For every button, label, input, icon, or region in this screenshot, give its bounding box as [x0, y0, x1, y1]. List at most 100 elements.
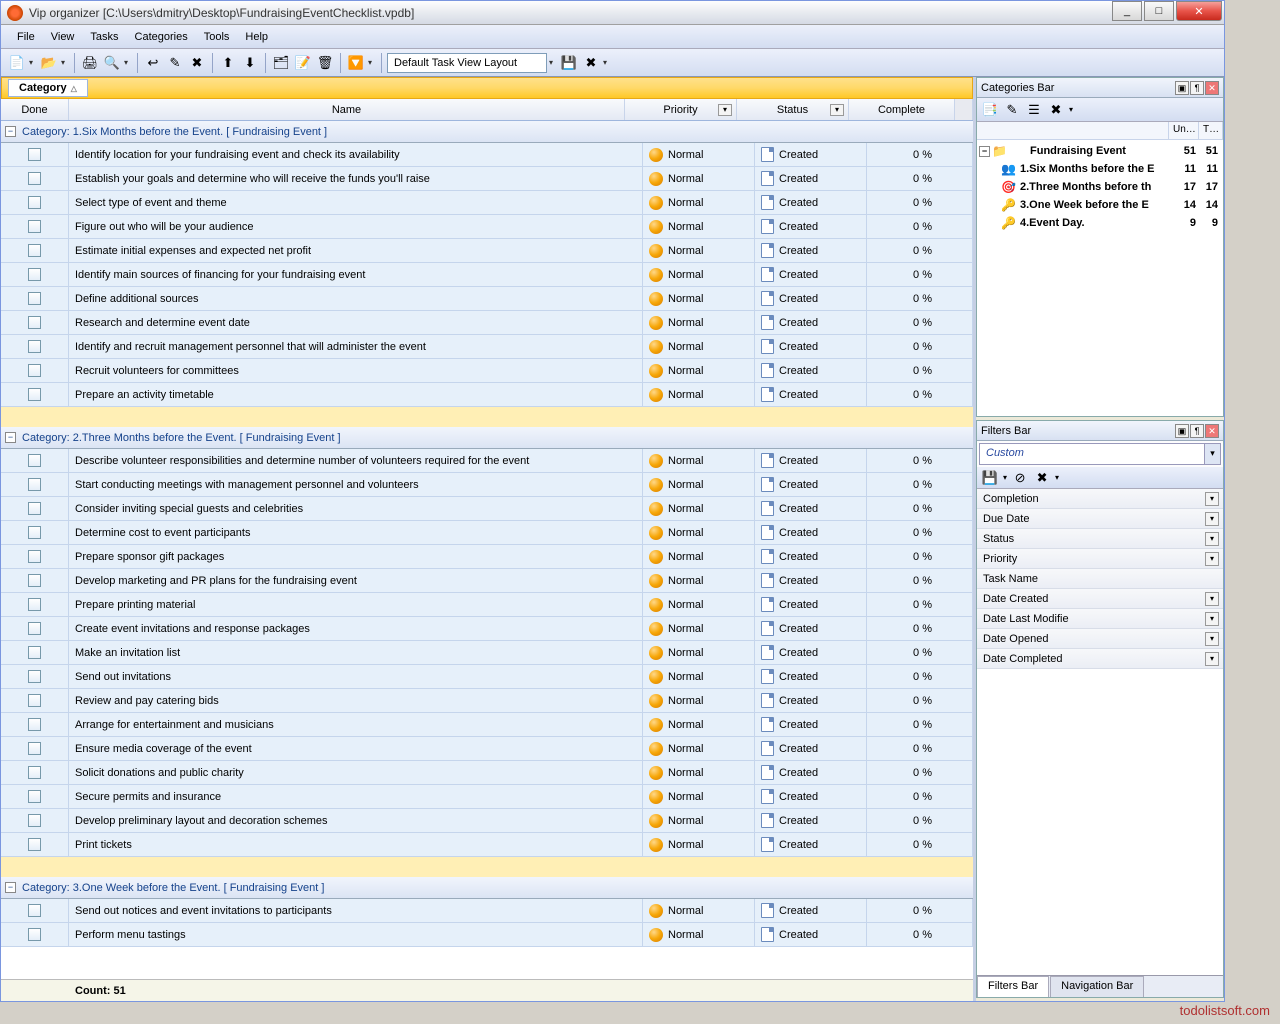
delete-icon[interactable]: ✖	[187, 53, 207, 73]
done-checkbox[interactable]	[28, 928, 41, 941]
done-checkbox[interactable]	[28, 220, 41, 233]
category-item[interactable]: −📁Fundraising Event5151	[979, 142, 1221, 160]
save-filter-icon[interactable]: 💾	[981, 469, 999, 487]
task-row[interactable]: Prepare an activity timetableNormalCreat…	[1, 383, 973, 407]
category-icon[interactable]: 🗂	[271, 53, 291, 73]
done-checkbox[interactable]	[28, 904, 41, 917]
sort-asc-icon[interactable]: ⬆	[218, 53, 238, 73]
new-cat-icon[interactable]: 📑	[981, 101, 999, 119]
close-panel-icon[interactable]: ✕	[1205, 424, 1219, 438]
edit-cat-icon[interactable]: ✎	[1003, 101, 1021, 119]
task-row[interactable]: Consider inviting special guests and cel…	[1, 497, 973, 521]
sort-desc-icon[interactable]: ⬇	[240, 53, 260, 73]
category-item[interactable]: 👥1.Six Months before the E1111	[979, 160, 1221, 178]
task-edit-icon[interactable]: 📝	[293, 53, 313, 73]
done-checkbox[interactable]	[28, 742, 41, 755]
done-checkbox[interactable]	[28, 268, 41, 281]
done-checkbox[interactable]	[28, 622, 41, 635]
done-checkbox[interactable]	[28, 454, 41, 467]
done-checkbox[interactable]	[28, 550, 41, 563]
menu-tasks[interactable]: Tasks	[82, 28, 126, 46]
filter-field[interactable]: Date Opened▾	[977, 629, 1223, 649]
col-name[interactable]: Name	[69, 99, 625, 120]
done-checkbox[interactable]	[28, 718, 41, 731]
menu-help[interactable]: Help	[237, 28, 276, 46]
task-row[interactable]: Print ticketsNormalCreated0 %	[1, 833, 973, 857]
dropdown-icon[interactable]: ▾	[1205, 492, 1219, 506]
task-row[interactable]: Arrange for entertainment and musiciansN…	[1, 713, 973, 737]
minimize-button[interactable]: _	[1112, 1, 1142, 21]
delete-cat-icon[interactable]: ✖	[1047, 101, 1065, 119]
col-status[interactable]: Status▾	[737, 99, 849, 120]
category-item[interactable]: 🔑3.One Week before the E1414	[979, 196, 1221, 214]
task-row[interactable]: Define additional sourcesNormalCreated0 …	[1, 287, 973, 311]
new-icon[interactable]: 📄	[7, 53, 27, 73]
done-checkbox[interactable]	[28, 526, 41, 539]
filter-icon[interactable]: 🔽	[346, 53, 366, 73]
done-checkbox[interactable]	[28, 316, 41, 329]
menu-view[interactable]: View	[43, 28, 83, 46]
collapse-icon[interactable]: −	[5, 882, 16, 893]
done-checkbox[interactable]	[28, 502, 41, 515]
close-button[interactable]: ✕	[1176, 1, 1222, 21]
done-checkbox[interactable]	[28, 196, 41, 209]
col-complete[interactable]: Complete	[849, 99, 955, 120]
done-checkbox[interactable]	[28, 148, 41, 161]
menu-file[interactable]: File	[9, 28, 43, 46]
done-checkbox[interactable]	[28, 244, 41, 257]
open-icon[interactable]: 📂	[39, 53, 59, 73]
filter-field[interactable]: Task Name	[977, 569, 1223, 589]
dropdown-icon[interactable]: ▾	[61, 58, 69, 67]
task-row[interactable]: Identify and recruit management personne…	[1, 335, 973, 359]
task-row[interactable]: Prepare printing materialNormalCreated0 …	[1, 593, 973, 617]
maximize-button[interactable]: □	[1144, 1, 1174, 21]
done-checkbox[interactable]	[28, 292, 41, 305]
done-checkbox[interactable]	[28, 646, 41, 659]
collapse-icon[interactable]: −	[979, 146, 990, 157]
filter-dropdown-icon[interactable]: ▾	[830, 104, 844, 116]
category-tree[interactable]: −📁Fundraising Event5151👥1.Six Months bef…	[977, 140, 1223, 416]
task-row[interactable]: Develop preliminary layout and decoratio…	[1, 809, 973, 833]
pin-icon[interactable]: ¶	[1190, 424, 1204, 438]
col-priority[interactable]: Priority▾	[625, 99, 737, 120]
task-row[interactable]: Create event invitations and response pa…	[1, 617, 973, 641]
task-row[interactable]: Estimate initial expenses and expected n…	[1, 239, 973, 263]
restore-icon[interactable]: ▣	[1175, 424, 1189, 438]
dropdown-icon[interactable]: ▾	[29, 58, 37, 67]
filter-dropdown-icon[interactable]: ▾	[718, 104, 732, 116]
task-row[interactable]: Review and pay catering bidsNormalCreate…	[1, 689, 973, 713]
dropdown-icon[interactable]: ▾	[1204, 444, 1220, 464]
group-header[interactable]: −Category: 3.One Week before the Event. …	[1, 877, 973, 899]
filter-preset-combo[interactable]: Custom ▾	[979, 443, 1221, 465]
filter-field[interactable]: Status▾	[977, 529, 1223, 549]
tab-navigation-bar[interactable]: Navigation Bar	[1050, 976, 1144, 997]
done-checkbox[interactable]	[28, 838, 41, 851]
done-checkbox[interactable]	[28, 814, 41, 827]
filter-field[interactable]: Due Date▾	[977, 509, 1223, 529]
done-checkbox[interactable]	[28, 388, 41, 401]
filter-field[interactable]: Date Created▾	[977, 589, 1223, 609]
save-layout-icon[interactable]: 💾	[559, 53, 579, 73]
menu-tools[interactable]: Tools	[196, 28, 238, 46]
done-checkbox[interactable]	[28, 790, 41, 803]
done-checkbox[interactable]	[28, 340, 41, 353]
del-filter-icon[interactable]: ✖	[1033, 469, 1051, 487]
task-grid[interactable]: −Category: 1.Six Months before the Event…	[1, 121, 973, 979]
delete-layout-icon[interactable]: ✖	[581, 53, 601, 73]
task-row[interactable]: Make an invitation listNormalCreated0 %	[1, 641, 973, 665]
category-item[interactable]: 🔑4.Event Day.99	[979, 214, 1221, 232]
restore-icon[interactable]: ▣	[1175, 81, 1189, 95]
dropdown-icon[interactable]: ▾	[1205, 632, 1219, 646]
task-row[interactable]: Figure out who will be your audienceNorm…	[1, 215, 973, 239]
collapse-icon[interactable]: −	[5, 126, 16, 137]
task-row[interactable]: Identify main sources of financing for y…	[1, 263, 973, 287]
dropdown-icon[interactable]: ▾	[1205, 552, 1219, 566]
task-row[interactable]: Secure permits and insuranceNormalCreate…	[1, 785, 973, 809]
done-checkbox[interactable]	[28, 598, 41, 611]
close-panel-icon[interactable]: ✕	[1205, 81, 1219, 95]
task-row[interactable]: Send out notices and event invitations t…	[1, 899, 973, 923]
group-header[interactable]: −Category: 2.Three Months before the Eve…	[1, 427, 973, 449]
collapse-icon[interactable]: −	[5, 432, 16, 443]
dropdown-icon[interactable]: ▾	[1205, 532, 1219, 546]
dropdown-icon[interactable]: ▾	[1205, 652, 1219, 666]
